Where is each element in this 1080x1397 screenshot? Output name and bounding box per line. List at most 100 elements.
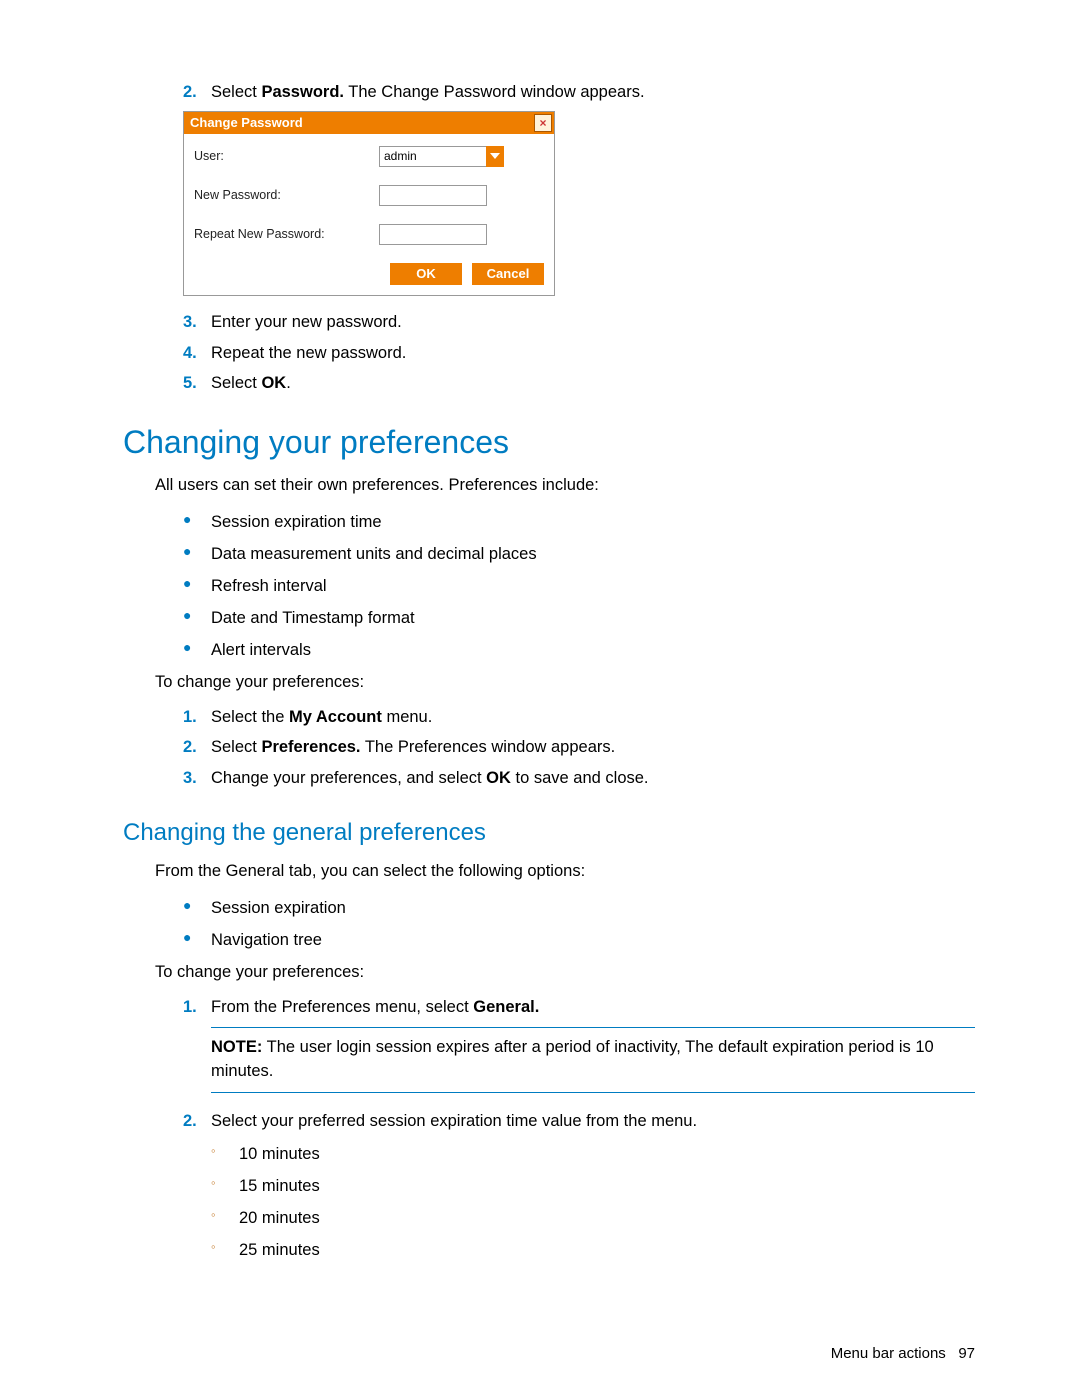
text: The Preferences window appears. [361,738,616,756]
new-password-input[interactable] [379,185,487,206]
prefs-intro: All users can set their own preferences.… [155,473,975,498]
step-3: 3. Enter your new password. [183,310,975,335]
step-number: 5. [183,371,211,396]
bullet-text: Alert intervals [211,636,975,664]
bullet-icon: ● [183,572,211,600]
dialog-title: Change Password [190,115,303,130]
general-step-1: 1. From the Preferences menu, select Gen… [183,995,975,1020]
bold-text: General. [473,998,539,1016]
dialog-body: User: New Password: Repeat New Password: [184,134,554,245]
bullet-text: Date and Timestamp format [211,604,975,632]
footer-page-number: 97 [958,1345,975,1362]
footer-section: Menu bar actions [831,1345,946,1362]
step-number: 4. [183,341,211,366]
bullet-item: ●Date and Timestamp format [183,604,975,632]
bold-text: Password. [261,83,344,101]
text: to save and close. [511,769,649,787]
change-step-1: 1. Select the My Account menu. [183,705,975,730]
bullet-item: ●Alert intervals [183,636,975,664]
user-field-row: User: [194,146,544,167]
new-password-row: New Password: [194,185,544,206]
bullet-item: ●Navigation tree [183,926,975,954]
sub-item: ◦20 minutes [211,1204,975,1232]
text: Change your preferences, and select [211,769,486,787]
sub-item-text: 25 minutes [239,1236,320,1264]
step-text: Select Preferences. The Preferences wind… [211,735,975,760]
bullet-item: ●Session expiration [183,894,975,922]
text: Select [211,83,261,101]
bold-text: OK [486,769,511,787]
note-label: NOTE: [211,1038,262,1056]
text: . [286,374,291,392]
user-select[interactable] [379,146,504,167]
general-step-2: 2. Select your preferred session expirat… [183,1109,975,1134]
to-change-prefs: To change your preferences: [155,670,975,695]
step-number: 2. [183,1109,211,1134]
step-text: Select OK. [211,371,975,396]
step-text: From the Preferences menu, select Genera… [211,995,975,1020]
user-input[interactable] [379,146,486,167]
repeat-password-label: Repeat New Password: [194,227,379,241]
ok-button[interactable]: OK [390,263,462,285]
page-footer: Menu bar actions 97 [831,1345,975,1362]
sub-item-text: 10 minutes [239,1140,320,1168]
chevron-down-icon[interactable] [486,146,504,167]
sub-item-text: 15 minutes [239,1172,320,1200]
text: Select [211,738,261,756]
circle-icon: ◦ [211,1236,239,1264]
step-text: Select Password. The Change Password win… [211,80,975,105]
bullet-text: Session expiration time [211,508,975,536]
step-text: Select your preferred session expiration… [211,1109,975,1134]
heading-changing-preferences: Changing your preferences [123,424,975,461]
new-password-label: New Password: [194,188,379,202]
text: The Change Password window appears. [344,83,645,101]
dialog-titlebar: Change Password × [184,112,554,134]
bullet-icon: ● [183,540,211,568]
note-text: The user login session expires after a p… [211,1038,934,1080]
close-icon[interactable]: × [534,114,552,132]
circle-icon: ◦ [211,1204,239,1232]
circle-icon: ◦ [211,1140,239,1168]
bullet-icon: ● [183,894,211,922]
step-text: Select the My Account menu. [211,705,975,730]
bullet-item: ●Session expiration time [183,508,975,536]
bullet-item: ●Refresh interval [183,572,975,600]
bold-text: Preferences. [261,738,360,756]
bullet-text: Data measurement units and decimal place… [211,540,975,568]
cancel-button[interactable]: Cancel [472,263,544,285]
bold-text: My Account [289,708,382,726]
user-label: User: [194,149,379,163]
bullet-text: Session expiration [211,894,975,922]
bullet-item: ●Data measurement units and decimal plac… [183,540,975,568]
sub-item-text: 20 minutes [239,1204,320,1232]
text: Select [211,374,261,392]
sub-item: ◦15 minutes [211,1172,975,1200]
change-password-dialog: Change Password × User: New Password: Re… [183,111,555,296]
bullet-icon: ● [183,604,211,632]
text: menu. [382,708,432,726]
heading-general-preferences: Changing the general preferences [123,819,975,847]
step-text: Change your preferences, and select OK t… [211,766,975,791]
step-number: 1. [183,705,211,730]
step-text: Enter your new password. [211,310,975,335]
bullet-text: Navigation tree [211,926,975,954]
step-4: 4. Repeat the new password. [183,341,975,366]
bullet-text: Refresh interval [211,572,975,600]
step-number: 2. [183,80,211,105]
step-number: 2. [183,735,211,760]
step-number: 3. [183,766,211,791]
step-text: Repeat the new password. [211,341,975,366]
step-2: 2. Select Password. The Change Password … [183,80,975,105]
bullet-icon: ● [183,508,211,536]
note-box: NOTE: The user login session expires aft… [211,1027,975,1093]
text: From the Preferences menu, select [211,998,473,1016]
sub-item: ◦10 minutes [211,1140,975,1168]
repeat-password-input[interactable] [379,224,487,245]
text: Select the [211,708,289,726]
repeat-password-row: Repeat New Password: [194,224,544,245]
step-number: 1. [183,995,211,1020]
general-intro: From the General tab, you can select the… [155,859,975,884]
change-step-3: 3. Change your preferences, and select O… [183,766,975,791]
bold-text: OK [261,374,286,392]
to-change-prefs-2: To change your preferences: [155,960,975,985]
